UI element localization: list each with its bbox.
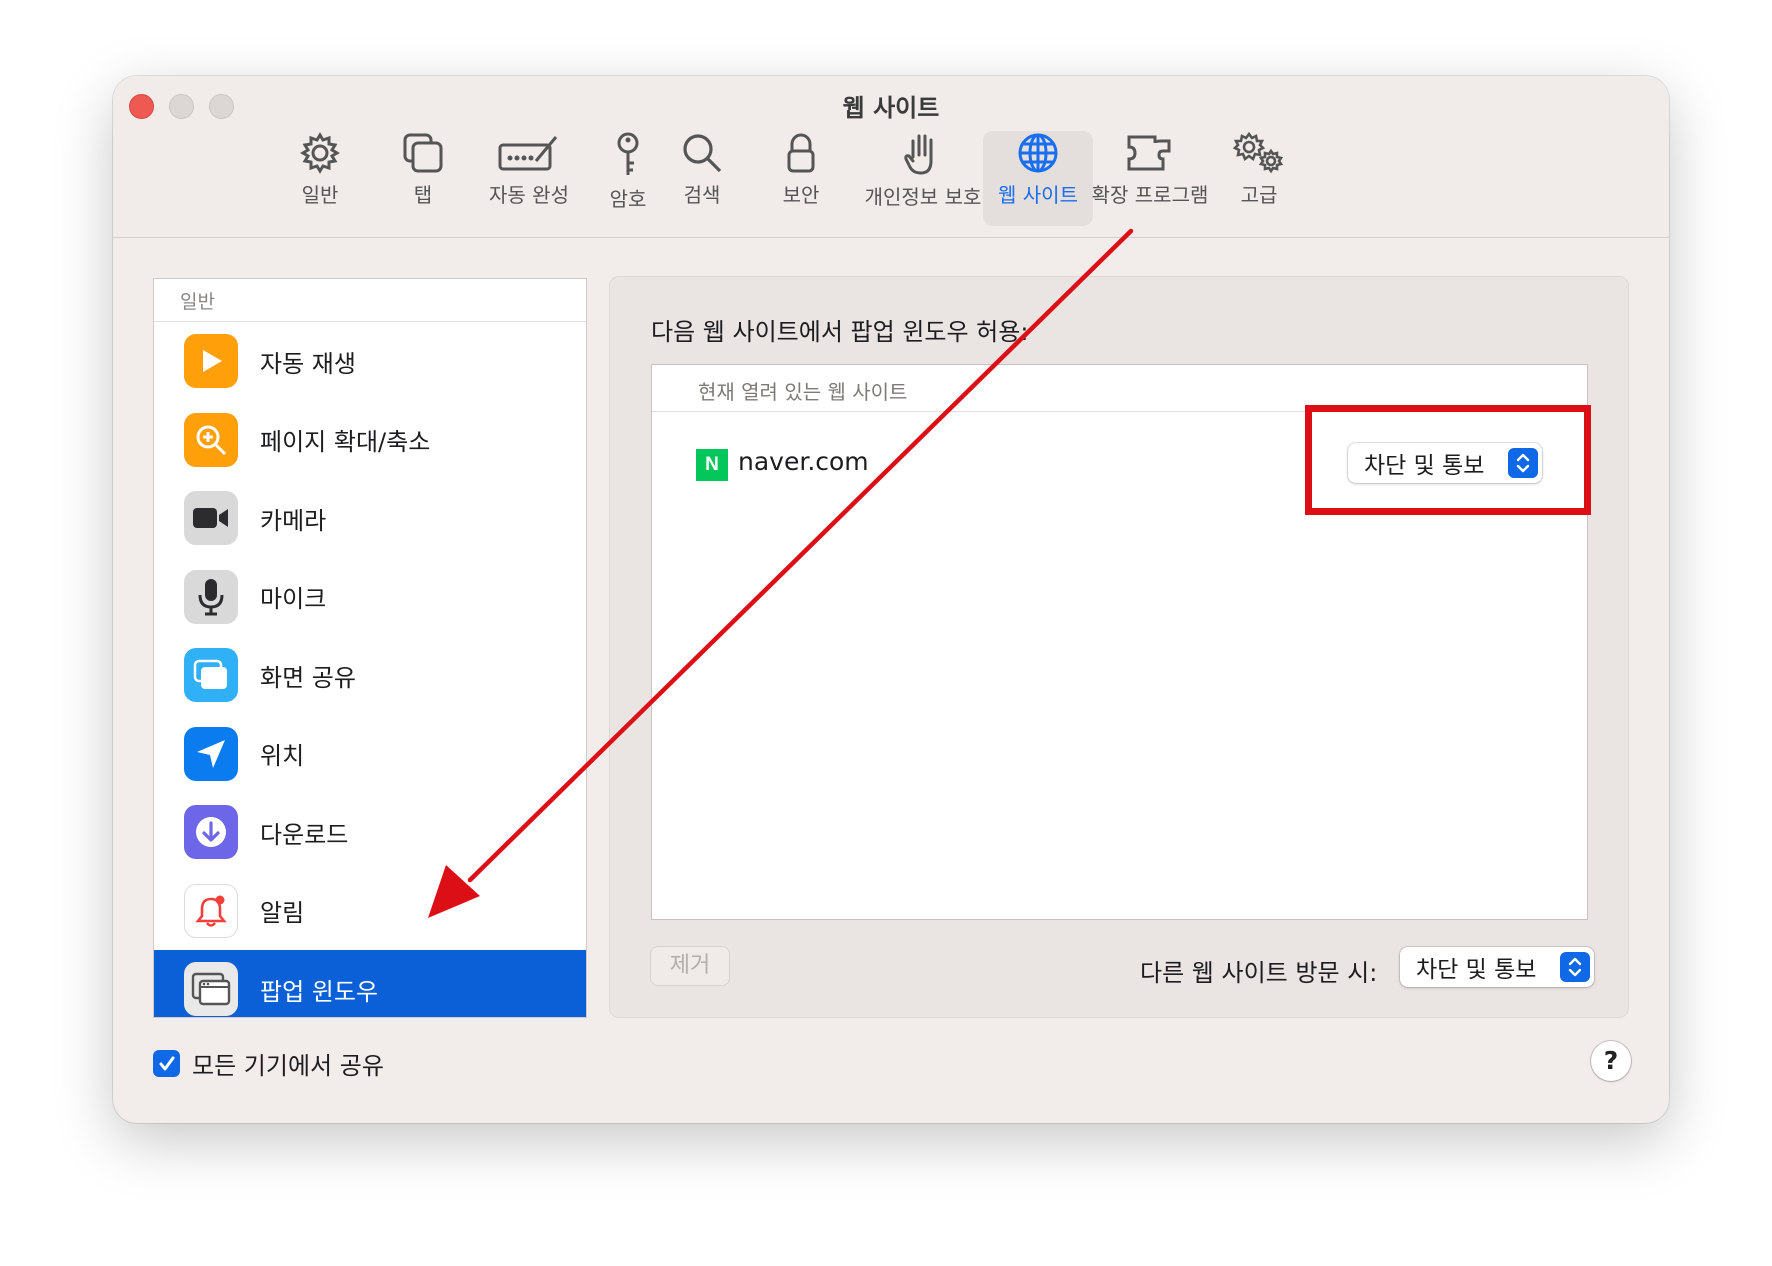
toolbar-label: 자동 완성 <box>489 183 569 207</box>
camera-icon <box>184 491 238 546</box>
website-name: naver.com <box>738 447 869 476</box>
toolbar-search[interactable]: 검색 <box>667 131 737 226</box>
key-icon <box>617 132 639 175</box>
sidebar-item-label: 다운로드 <box>260 820 349 849</box>
download-icon <box>184 805 238 860</box>
title-bar: 웹 사이트 일반 탭 자동 완성 암호 검색 보안 개인정보 보호 웹 사이트 … <box>113 76 1669 238</box>
toolbar-label: 개인정보 보호 <box>864 185 982 209</box>
bell-icon <box>184 883 238 938</box>
other-websites-label: 다른 웹 사이트 방문 시: <box>1140 959 1378 987</box>
tabs-icon <box>403 133 443 173</box>
toolbar-general[interactable]: 일반 <box>278 131 362 226</box>
sidebar-item-label: 화면 공유 <box>260 663 356 692</box>
sidebar-item-microphone[interactable]: 마이크 <box>154 558 586 637</box>
toolbar-label: 일반 <box>301 183 339 207</box>
lock-icon <box>787 133 815 173</box>
magnifier-icon <box>683 134 722 173</box>
sidebar-item-camera[interactable]: 카메라 <box>154 479 586 558</box>
share-across-devices[interactable]: 모든 기기에서 공유 <box>153 1046 384 1081</box>
select-value: 차단 및 통보 <box>1416 957 1537 983</box>
sidebar-item-popup-windows[interactable]: 팝업 윈도우 <box>154 950 586 1017</box>
remove-button[interactable]: 제거 <box>651 947 729 985</box>
zoom-icon <box>184 412 238 467</box>
toolbar-advanced[interactable]: 고급 <box>1223 131 1295 226</box>
toolbar-label: 확장 프로그램 <box>1091 183 1209 207</box>
screen-share-icon <box>184 648 238 703</box>
sidebar-item-autoplay[interactable]: 자동 재생 <box>154 322 586 401</box>
sidebar-item-label: 위치 <box>260 742 305 771</box>
gear-icon <box>300 132 340 174</box>
toolbar-label: 고급 <box>1240 183 1278 207</box>
checkmark-icon <box>159 1056 174 1070</box>
share-label: 모든 기기에서 공유 <box>192 1052 384 1080</box>
open-websites-list: 현재 열려 있는 웹 사이트 N naver.com 차단 및 통보 <box>651 364 1591 920</box>
toolbar-websites[interactable]: 웹 사이트 <box>983 131 1093 226</box>
gears-icon <box>1233 131 1284 174</box>
sidebar-item-label: 카메라 <box>260 506 327 535</box>
popup-window-icon <box>184 962 238 1016</box>
sidebar-item-notifications[interactable]: 알림 <box>154 872 586 951</box>
share-checkbox[interactable] <box>153 1050 180 1077</box>
toolbar-extensions[interactable]: 확장 프로그램 <box>1088 131 1212 226</box>
toolbar-label: 탭 <box>413 183 433 207</box>
toolbar-passwords[interactable]: 암호 <box>593 131 663 226</box>
sidebar-item-label: 알림 <box>260 899 305 928</box>
sidebar-item-label: 마이크 <box>260 585 327 614</box>
location-arrow-icon <box>184 726 238 781</box>
sidebar-item-label: 페이지 확대/축소 <box>260 428 431 457</box>
sidebar-item-label: 팝업 윈도우 <box>260 977 379 1006</box>
help-button[interactable]: ? <box>1591 1041 1631 1081</box>
autofill-pen-icon <box>498 136 558 171</box>
sidebar-item-label: 자동 재생 <box>260 349 356 378</box>
puzzle-icon <box>1127 135 1171 171</box>
toolbar-privacy[interactable]: 개인정보 보호 <box>861 131 985 226</box>
microphone-icon <box>184 569 238 624</box>
toolbar-label: 암호 <box>609 187 647 211</box>
toolbar-label: 웹 사이트 <box>998 183 1078 207</box>
annotation-highlight-box <box>1305 405 1591 515</box>
sidebar-item-downloads[interactable]: 다운로드 <box>154 793 586 872</box>
naver-favicon-icon: N <box>696 449 728 481</box>
sidebar-item-location[interactable]: 위치 <box>154 715 586 794</box>
chevron-up-down-icon <box>1560 952 1590 982</box>
safari-settings-window: 웹 사이트 일반 탭 자동 완성 암호 검색 보안 개인정보 보호 웹 사이트 … <box>113 76 1669 1123</box>
hand-icon <box>904 134 933 175</box>
play-icon <box>184 334 238 389</box>
toolbar-label: 검색 <box>683 183 721 207</box>
sidebar-item-page-zoom[interactable]: 페이지 확대/축소 <box>154 401 586 480</box>
sidebar-item-screen-sharing[interactable]: 화면 공유 <box>154 636 586 715</box>
sidebar-section-header: 일반 <box>154 279 586 322</box>
panel-description: 다음 웹 사이트에서 팝업 윈도우 허용: <box>651 318 1029 346</box>
window-title: 웹 사이트 <box>842 94 940 122</box>
toolbar-label: 보안 <box>782 183 820 207</box>
toolbar-tabs[interactable]: 탭 <box>388 131 458 226</box>
toolbar-security[interactable]: 보안 <box>766 131 836 226</box>
popup-settings-panel: 다음 웹 사이트에서 팝업 윈도우 허용: 현재 열려 있는 웹 사이트 N n… <box>609 276 1629 1018</box>
website-row[interactable]: N naver.com 차단 및 통보 <box>652 405 1591 515</box>
other-websites-setting-select[interactable]: 차단 및 통보 <box>1400 947 1594 987</box>
globe-icon <box>1018 133 1058 173</box>
settings-category-list: 일반 자동 재생 페이지 확대/축소 카메라 마이크 화면 공유 위치 다운로드… <box>153 278 587 1018</box>
toolbar-autofill[interactable]: 자동 완성 <box>473 131 585 226</box>
